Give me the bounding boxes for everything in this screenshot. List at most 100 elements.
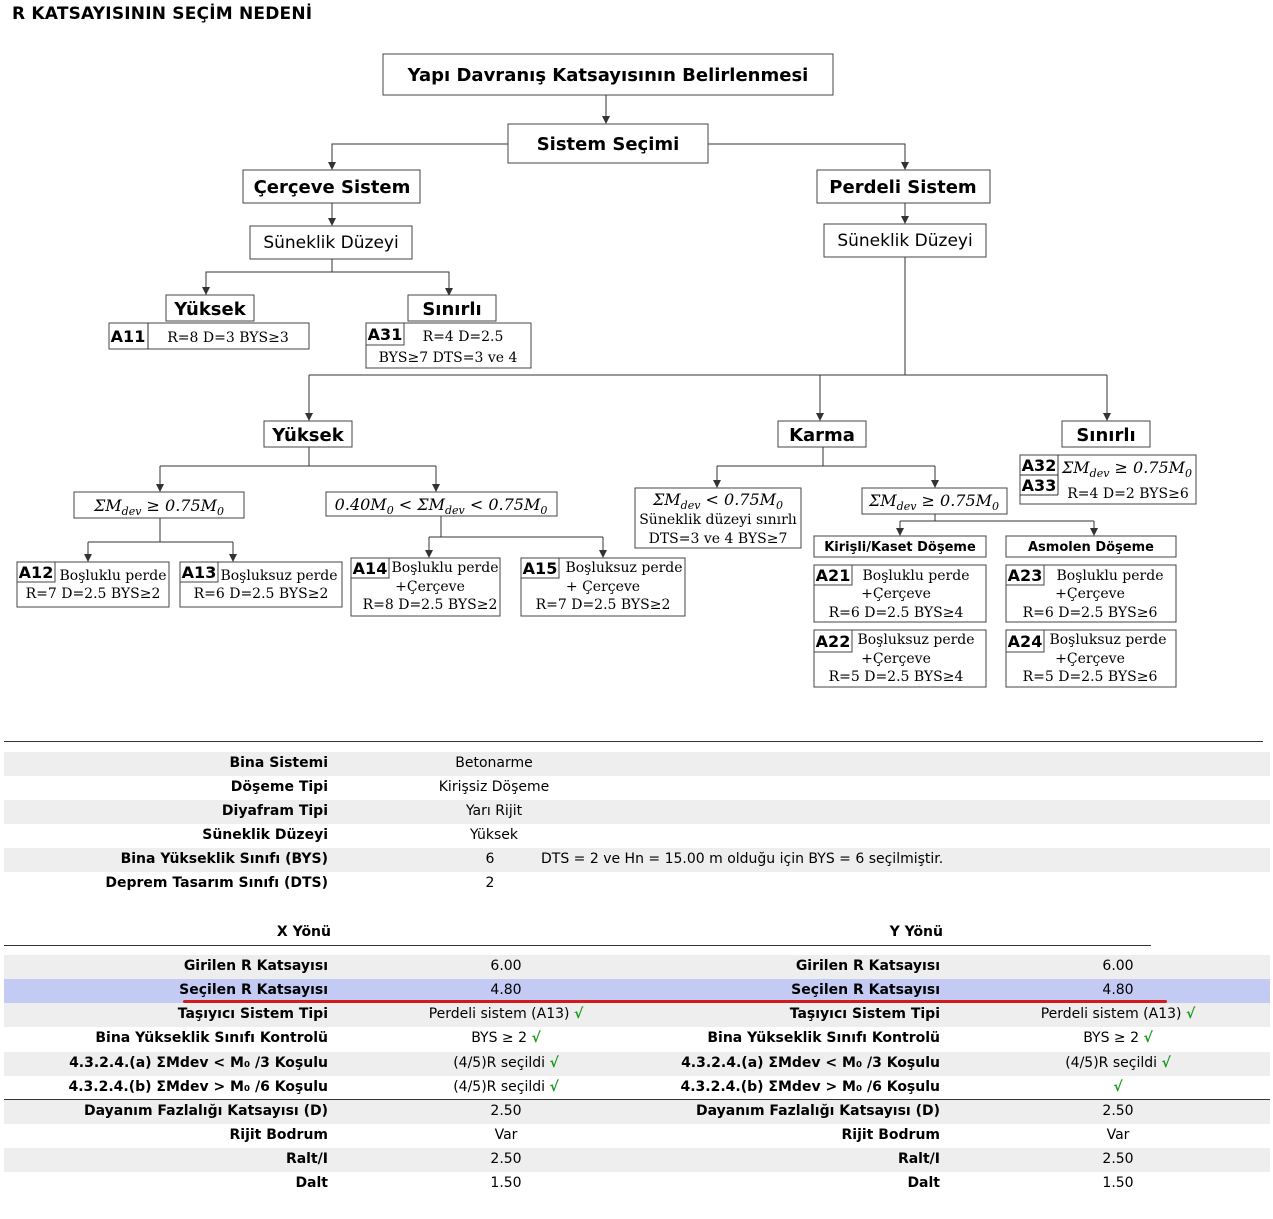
- code-a31: A31: [368, 325, 403, 344]
- code-a32: A32: [1022, 456, 1057, 475]
- root-node: Yapı Davranış Katsayısının Belirlenmesi: [407, 65, 809, 86]
- y-value: 6.00: [1102, 958, 1134, 974]
- a22-text-1: Boşluksuz perde: [857, 632, 974, 648]
- dir-label-y: Dayanım Fazlalığı Katsayısı (D): [695, 1103, 940, 1119]
- cond-lt-075: ΣMdev < 0.75M0: [652, 490, 783, 512]
- a12-text-2: R=7 D=2.5 BYS≥2: [26, 586, 161, 602]
- joist-slab-node: Asmolen Döşeme: [1028, 540, 1154, 555]
- code-a24: A24: [1008, 632, 1043, 651]
- dir-label-y: Seçilen R Katsayısı: [791, 982, 940, 998]
- info-value: Betonarme: [455, 755, 533, 771]
- info-label: Deprem Tasarım Sınıfı (DTS): [105, 875, 328, 891]
- wall-system-node: Perdeli Sistem: [829, 177, 976, 198]
- dir-label-x: Rijit Bodrum: [229, 1127, 328, 1143]
- dir-row: Bina Yükseklik Sınıfı Kontrolü BYS ≥ 2 √…: [4, 1027, 1270, 1051]
- check-icon: √: [573, 1006, 584, 1022]
- y-value: Perdeli sistem (A13) √: [1040, 1006, 1196, 1022]
- x-value: 4.80: [490, 982, 522, 998]
- a31-text-1: R=4 D=2.5: [423, 329, 504, 345]
- code-a33: A33: [1022, 476, 1057, 495]
- info-label: Süneklik Düzeyi: [202, 827, 328, 843]
- y-value: 4.80: [1102, 982, 1134, 998]
- highlight-underline: [183, 1000, 1167, 1003]
- dir-label-x: 4.3.2.4.(b) ΣMdev > M₀ /6 Koşulu: [68, 1079, 329, 1095]
- check-icon: √: [531, 1030, 541, 1046]
- ductility-limited-note: Süneklik düzeyi sınırlı: [639, 512, 797, 528]
- a15-text-1: Boşluksuz perde: [565, 560, 682, 576]
- a23-text-1: Boşluklu perde: [1056, 568, 1163, 584]
- dir-label-x: Girilen R Katsayısı: [183, 958, 328, 974]
- code-a22: A22: [816, 632, 851, 651]
- a14-text-2: +Çerçeve: [395, 579, 465, 595]
- dir-label-x: 4.3.2.4.(a) ΣMdev < M₀ /3 Koşulu: [69, 1055, 328, 1071]
- cond-ge-075-right: ΣMdev ≥ 0.75M0: [868, 491, 999, 513]
- dir-row: 4.3.2.4.(b) ΣMdev > M₀ /6 Koşulu (4/5)R …: [4, 1076, 1270, 1100]
- code-a12: A12: [19, 563, 54, 582]
- header-divider: [4, 945, 1151, 946]
- ribbed-slab-node: Kirişli/Kaset Döşeme: [824, 540, 976, 555]
- dir-label-y: Rijit Bodrum: [841, 1127, 940, 1143]
- cond-a32: ΣMdev ≥ 0.75M0: [1061, 458, 1192, 480]
- frame-limited-node: Sınırlı: [422, 299, 481, 320]
- info-label: Döşeme Tipi: [230, 779, 328, 795]
- a22-text-2: +Çerçeve: [861, 651, 931, 667]
- y-value: 2.50: [1102, 1151, 1134, 1167]
- a24-text-2: +Çerçeve: [1055, 651, 1125, 667]
- check-icon: √: [1143, 1030, 1153, 1046]
- dir-label-y: Taşıyıcı Sistem Tipi: [789, 1006, 940, 1022]
- x-value: (4/5)R seçildi √: [453, 1079, 559, 1095]
- dir-row: Girilen R Katsayısı 6.00 Girilen R Katsa…: [4, 955, 1270, 979]
- dir-label-x: Taşıyıcı Sistem Tipi: [177, 1006, 328, 1022]
- info-row: Süneklik Düzeyi Yüksek: [4, 824, 1270, 848]
- check-icon: √: [549, 1055, 559, 1071]
- a22-text-3: R=5 D=2.5 BYS≥4: [829, 669, 964, 685]
- y-value: Var: [1106, 1127, 1130, 1143]
- info-label: Diyafram Tipi: [221, 803, 328, 819]
- dir-label-y: 4.3.2.4.(a) ΣMdev < M₀ /3 Koşulu: [681, 1055, 940, 1071]
- x-value: 6.00: [490, 958, 522, 974]
- check-icon: √: [1185, 1006, 1196, 1022]
- a32-text: R=4 D=2 BYS≥6: [1067, 486, 1189, 502]
- info-value: Yarı Rijit: [465, 803, 523, 819]
- dir-label-y: Ralt/I: [897, 1151, 940, 1167]
- y-value: 2.50: [1102, 1103, 1134, 1119]
- x-value: Perdeli sistem (A13) √: [428, 1006, 584, 1022]
- info-value: 2: [485, 875, 495, 891]
- a12-text-1: Boşluklu perde: [59, 568, 166, 584]
- x-value: BYS ≥ 2 √: [471, 1030, 541, 1046]
- dir-label-y: Dalt: [907, 1175, 940, 1191]
- a21-text-1: Boşluklu perde: [862, 568, 969, 584]
- info-row: Diyafram Tipi Yarı Rijit: [4, 800, 1270, 824]
- info-value: Yüksek: [470, 827, 518, 843]
- info-row: Döşeme Tipi Kirişsiz Döşeme: [4, 776, 1270, 800]
- bys-note: DTS = 2 ve Hn = 15.00 m olduğu için BYS …: [541, 851, 944, 867]
- a15-text-2: + Çerçeve: [566, 579, 640, 595]
- info-label: Bina Sistemi: [229, 755, 328, 771]
- dir-row: Dalt 1.50 Dalt 1.50: [4, 1172, 1270, 1196]
- dir-label-y: Bina Yükseklik Sınıfı Kontrolü: [707, 1030, 940, 1046]
- x-value: (4/5)R seçildi √: [453, 1055, 559, 1071]
- flowchart: Yapı Davranış Katsayısının Belirlenmesi …: [16, 53, 1197, 688]
- dir-label-y: Girilen R Katsayısı: [795, 958, 940, 974]
- frame-high-node: Yüksek: [173, 299, 246, 320]
- a13-text-2: R=6 D=2.5 BYS≥2: [194, 586, 329, 602]
- a14-text-3: R=8 D=2.5 BYS≥2: [363, 597, 498, 613]
- wall-high-node: Yüksek: [271, 425, 344, 446]
- a24-text-3: R=5 D=2.5 BYS≥6: [1023, 669, 1158, 685]
- x-value: 2.50: [490, 1103, 522, 1119]
- cond-mid: 0.40M0 < ΣMdev < 0.75M0: [335, 495, 548, 517]
- info-row: Bina Yükseklik Sınıfı (BYS) 6 DTS = 2 ve…: [4, 848, 1270, 872]
- a14-text-1: Boşluklu perde: [391, 560, 498, 576]
- info-row: Deprem Tasarım Sınıfı (DTS) 2: [4, 872, 1270, 896]
- dir-label-y: 4.3.2.4.(b) ΣMdev > M₀ /6 Koşulu: [680, 1079, 941, 1095]
- a23-text-3: R=6 D=2.5 BYS≥6: [1023, 605, 1158, 621]
- code-a15: A15: [523, 559, 558, 578]
- dir-label-x: Dayanım Fazlalığı Katsayısı (D): [83, 1103, 328, 1119]
- info-value: 6: [485, 851, 495, 867]
- x-value: 2.50: [490, 1151, 522, 1167]
- dir-row: Taşıyıcı Sistem Tipi Perdeli sistem (A13…: [4, 1003, 1270, 1027]
- dir-row: Rijit Bodrum Var Rijit Bodrum Var: [4, 1124, 1270, 1148]
- dir-label-x: Seçilen R Katsayısı: [179, 982, 328, 998]
- dir-label-x: Bina Yükseklik Sınıfı Kontrolü: [95, 1030, 328, 1046]
- a23-text-2: +Çerçeve: [1055, 586, 1125, 602]
